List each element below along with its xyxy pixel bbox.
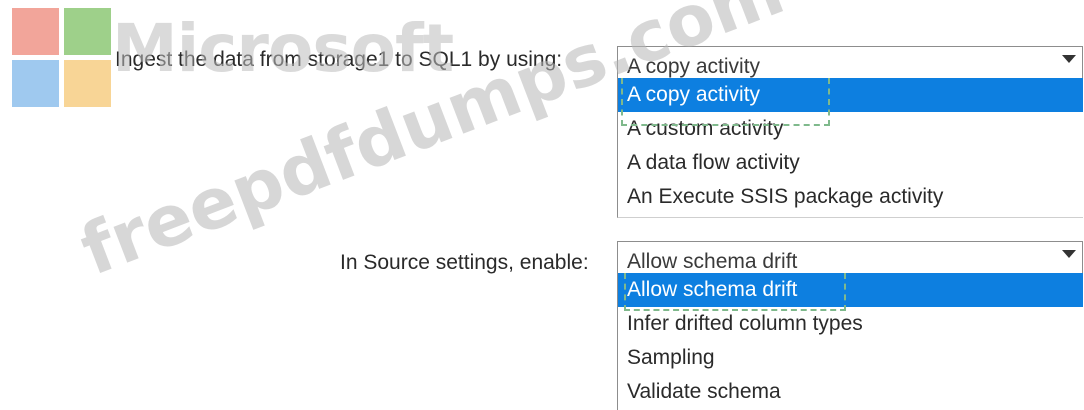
question1-option-copy-activity[interactable]: A copy activity (618, 78, 1083, 112)
question2-options-list: Allow schema drift Infer drifted column … (617, 273, 1083, 410)
question2-option-sampling[interactable]: Sampling (618, 341, 1083, 375)
question1-options-list: A copy activity A custom activity A data… (617, 78, 1083, 218)
question2-option-validate-schema[interactable]: Validate schema (618, 375, 1083, 409)
question2-option-infer-drifted-column-types[interactable]: Infer drifted column types (618, 307, 1083, 341)
question1-option-data-flow-activity[interactable]: A data flow activity (618, 146, 1083, 180)
question2-option-allow-schema-drift[interactable]: Allow schema drift (618, 273, 1083, 307)
chevron-down-icon[interactable] (1062, 250, 1076, 258)
question2-selected-value: Allow schema drift (627, 250, 798, 273)
question1-option-custom-activity[interactable]: A custom activity (618, 112, 1083, 146)
exam-question-page: Microsoft Ingest the data from storage1 … (0, 0, 1084, 410)
logo-square-green (64, 8, 111, 55)
question1-dropdown[interactable]: A copy activity (617, 46, 1083, 78)
logo-square-yellow (64, 60, 111, 107)
logo-square-red (12, 8, 59, 55)
chevron-down-icon[interactable] (1062, 55, 1076, 63)
question2-dropdown[interactable]: Allow schema drift (617, 241, 1083, 273)
question1-option-execute-ssis-activity[interactable]: An Execute SSIS package activity (618, 180, 1083, 214)
question2-label: In Source settings, enable: (340, 251, 589, 274)
logo-square-blue (12, 60, 59, 107)
question1-selected-value: A copy activity (627, 55, 761, 78)
question1-label: Ingest the data from storage1 to SQL1 by… (115, 48, 563, 71)
microsoft-logo-icon (12, 8, 112, 108)
